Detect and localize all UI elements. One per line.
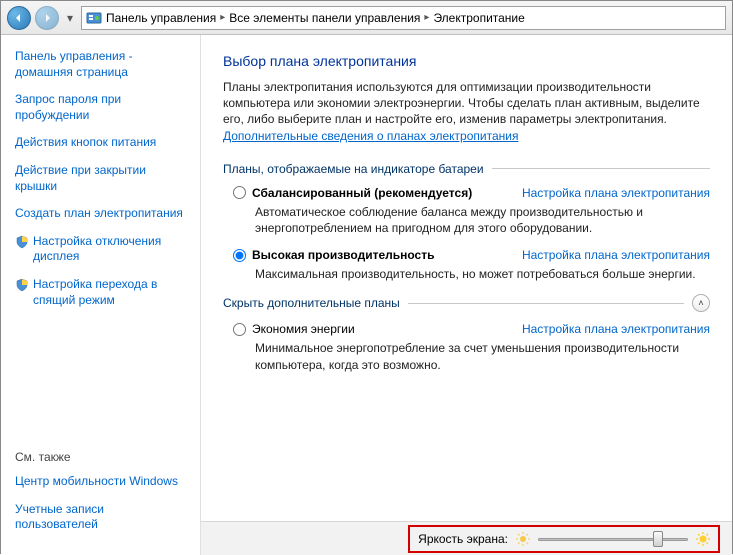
plan-saver-desc: Минимальное энергопотребление за счет ум… <box>255 340 710 372</box>
page-heading: Выбор плана электропитания <box>223 53 710 69</box>
main-content: Выбор плана электропитания Планы электро… <box>201 35 732 555</box>
bottom-bar: Яркость экрана: <box>201 521 732 555</box>
back-button[interactable] <box>7 6 31 30</box>
breadcrumb-level1[interactable]: Панель управления <box>106 11 216 25</box>
shield-icon <box>15 235 29 249</box>
plan-balanced: Сбалансированный (рекомендуется) Настрой… <box>233 186 710 236</box>
brightness-slider[interactable] <box>538 530 688 548</box>
plan-balanced-name: Сбалансированный (рекомендуется) <box>252 186 472 200</box>
slider-thumb[interactable] <box>653 531 663 547</box>
intro-help-link[interactable]: Дополнительные сведения о планах электро… <box>223 129 518 143</box>
plan-balanced-radio-label[interactable]: Сбалансированный (рекомендуется) <box>233 186 472 200</box>
control-panel-icon <box>86 10 102 26</box>
group-additional-plans: Скрыть дополнительные планы ˄ <box>223 294 710 312</box>
sidebar-link-create-plan[interactable]: Создать план электропитания <box>15 206 188 222</box>
plan-balanced-desc: Автоматическое соблюдение баланса между … <box>255 204 710 236</box>
divider <box>408 303 684 304</box>
plan-balanced-configure-link[interactable]: Настройка плана электропитания <box>522 186 710 200</box>
chevron-right-icon: ▸ <box>424 12 429 23</box>
plan-saver-configure-link[interactable]: Настройка плана электропитания <box>522 322 710 336</box>
plan-high-desc: Максимальная производительность, но може… <box>255 266 710 282</box>
plan-high-performance: Высокая производительность Настройка пла… <box>233 248 710 282</box>
sun-dim-icon <box>516 532 530 546</box>
plan-power-saver: Экономия энергии Настройка плана электро… <box>233 322 710 372</box>
plan-high-radio-label[interactable]: Высокая производительность <box>233 248 434 262</box>
sidebar: Панель управления - домашняя страница За… <box>1 35 201 555</box>
plan-saver-name: Экономия энергии <box>252 322 355 336</box>
sidebar-link-display-off[interactable]: Настройка отключения дисплея <box>33 234 188 265</box>
breadcrumb-level2[interactable]: Все элементы панели управления <box>229 11 420 25</box>
collapse-button[interactable]: ˄ <box>692 294 710 312</box>
plan-high-radio[interactable] <box>233 249 246 262</box>
group2-title: Скрыть дополнительные планы <box>223 296 400 310</box>
plan-balanced-radio[interactable] <box>233 186 246 199</box>
intro-text: Планы электропитания используются для оп… <box>223 80 700 126</box>
breadcrumb-level3[interactable]: Электропитание <box>433 11 524 25</box>
shield-icon <box>15 278 29 292</box>
sidebar-link-password[interactable]: Запрос пароля при пробуждении <box>15 92 188 123</box>
brightness-control-box: Яркость экрана: <box>408 525 720 553</box>
see-also-users[interactable]: Учетные записи пользователей <box>15 502 188 533</box>
plan-high-configure-link[interactable]: Настройка плана электропитания <box>522 248 710 262</box>
sidebar-home-link[interactable]: Панель управления - домашняя страница <box>15 49 188 80</box>
chevron-up-icon: ˄ <box>698 298 703 308</box>
plan-saver-radio[interactable] <box>233 323 246 336</box>
intro-paragraph: Планы электропитания используются для оп… <box>223 79 710 144</box>
see-also-header: См. также <box>15 450 188 464</box>
sidebar-link-power-buttons[interactable]: Действия кнопок питания <box>15 135 188 151</box>
address-bar[interactable]: Панель управления ▸ Все элементы панели … <box>81 6 726 30</box>
nav-history-dropdown[interactable]: ▾ <box>63 9 77 27</box>
sidebar-link-lid-close[interactable]: Действие при закрытии крышки <box>15 163 188 194</box>
group1-title: Планы, отображаемые на индикаторе батаре… <box>223 162 484 176</box>
plan-saver-radio-label[interactable]: Экономия энергии <box>233 322 355 336</box>
chevron-right-icon: ▸ <box>220 12 225 23</box>
brightness-label: Яркость экрана: <box>418 532 508 546</box>
forward-button[interactable] <box>35 6 59 30</box>
divider <box>492 168 710 169</box>
toolbar: ▾ Панель управления ▸ Все элементы панел… <box>1 1 732 35</box>
group-battery-plans: Планы, отображаемые на индикаторе батаре… <box>223 162 710 176</box>
sun-bright-icon <box>696 532 710 546</box>
slider-track <box>538 538 688 541</box>
sidebar-link-sleep[interactable]: Настройка перехода в спящий режим <box>33 277 188 308</box>
see-also-mobility[interactable]: Центр мобильности Windows <box>15 474 188 490</box>
plan-high-name: Высокая производительность <box>252 248 434 262</box>
